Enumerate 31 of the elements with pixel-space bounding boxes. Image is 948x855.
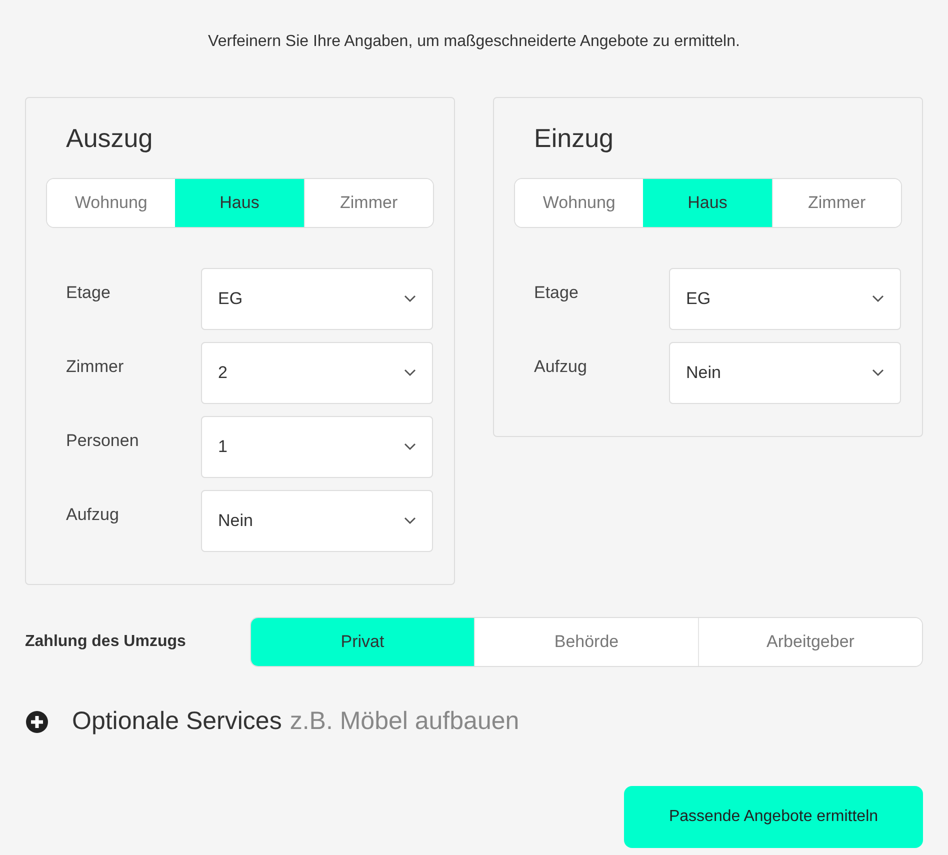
segment-tab[interactable]: Haus (175, 179, 304, 227)
chevron-down-icon (404, 295, 416, 303)
payment-label: Zahlung des Umzugs (25, 632, 187, 652)
chevron-down-icon (872, 369, 884, 377)
segment-tab[interactable]: Arbeitgeber (698, 618, 922, 666)
field-label: Etage (533, 282, 580, 304)
panel-title: Einzug (533, 122, 614, 154)
chevron-down-icon (404, 443, 416, 451)
select-field[interactable]: 1 (201, 416, 433, 478)
segment-tab[interactable]: Privat (251, 618, 474, 666)
panel-title: Auszug (65, 122, 154, 154)
plus-circle-icon (26, 710, 48, 733)
field-label: Personen (65, 430, 140, 452)
select-field[interactable]: EG (201, 268, 433, 330)
field-label: Etage (65, 282, 112, 304)
segment-tab[interactable]: Zimmer (772, 179, 901, 227)
submit-button[interactable]: Passende Angebote ermitteln (624, 786, 923, 848)
field-label: Aufzug (65, 504, 120, 526)
optional-services-toggle[interactable]: Optionale Services z.B. Möbel aufbauen (25, 703, 520, 740)
segment-tab[interactable]: Zimmer (304, 179, 433, 227)
segment-tab[interactable]: Haus (643, 179, 772, 227)
intro-text: Verfeinern Sie Ihre Angaben, um maßgeschneiderte Angebote zu ermitteln. (207, 32, 741, 52)
select-field[interactable]: Nein (201, 490, 433, 552)
select-field[interactable]: 2 (201, 342, 433, 404)
chevron-down-icon (404, 517, 416, 525)
select-field[interactable]: Nein (669, 342, 901, 404)
chevron-down-icon (872, 295, 884, 303)
field-label: Zimmer (65, 356, 125, 378)
field-label: Aufzug (533, 356, 588, 378)
select-field[interactable]: EG (669, 268, 901, 330)
chevron-down-icon (404, 369, 416, 377)
